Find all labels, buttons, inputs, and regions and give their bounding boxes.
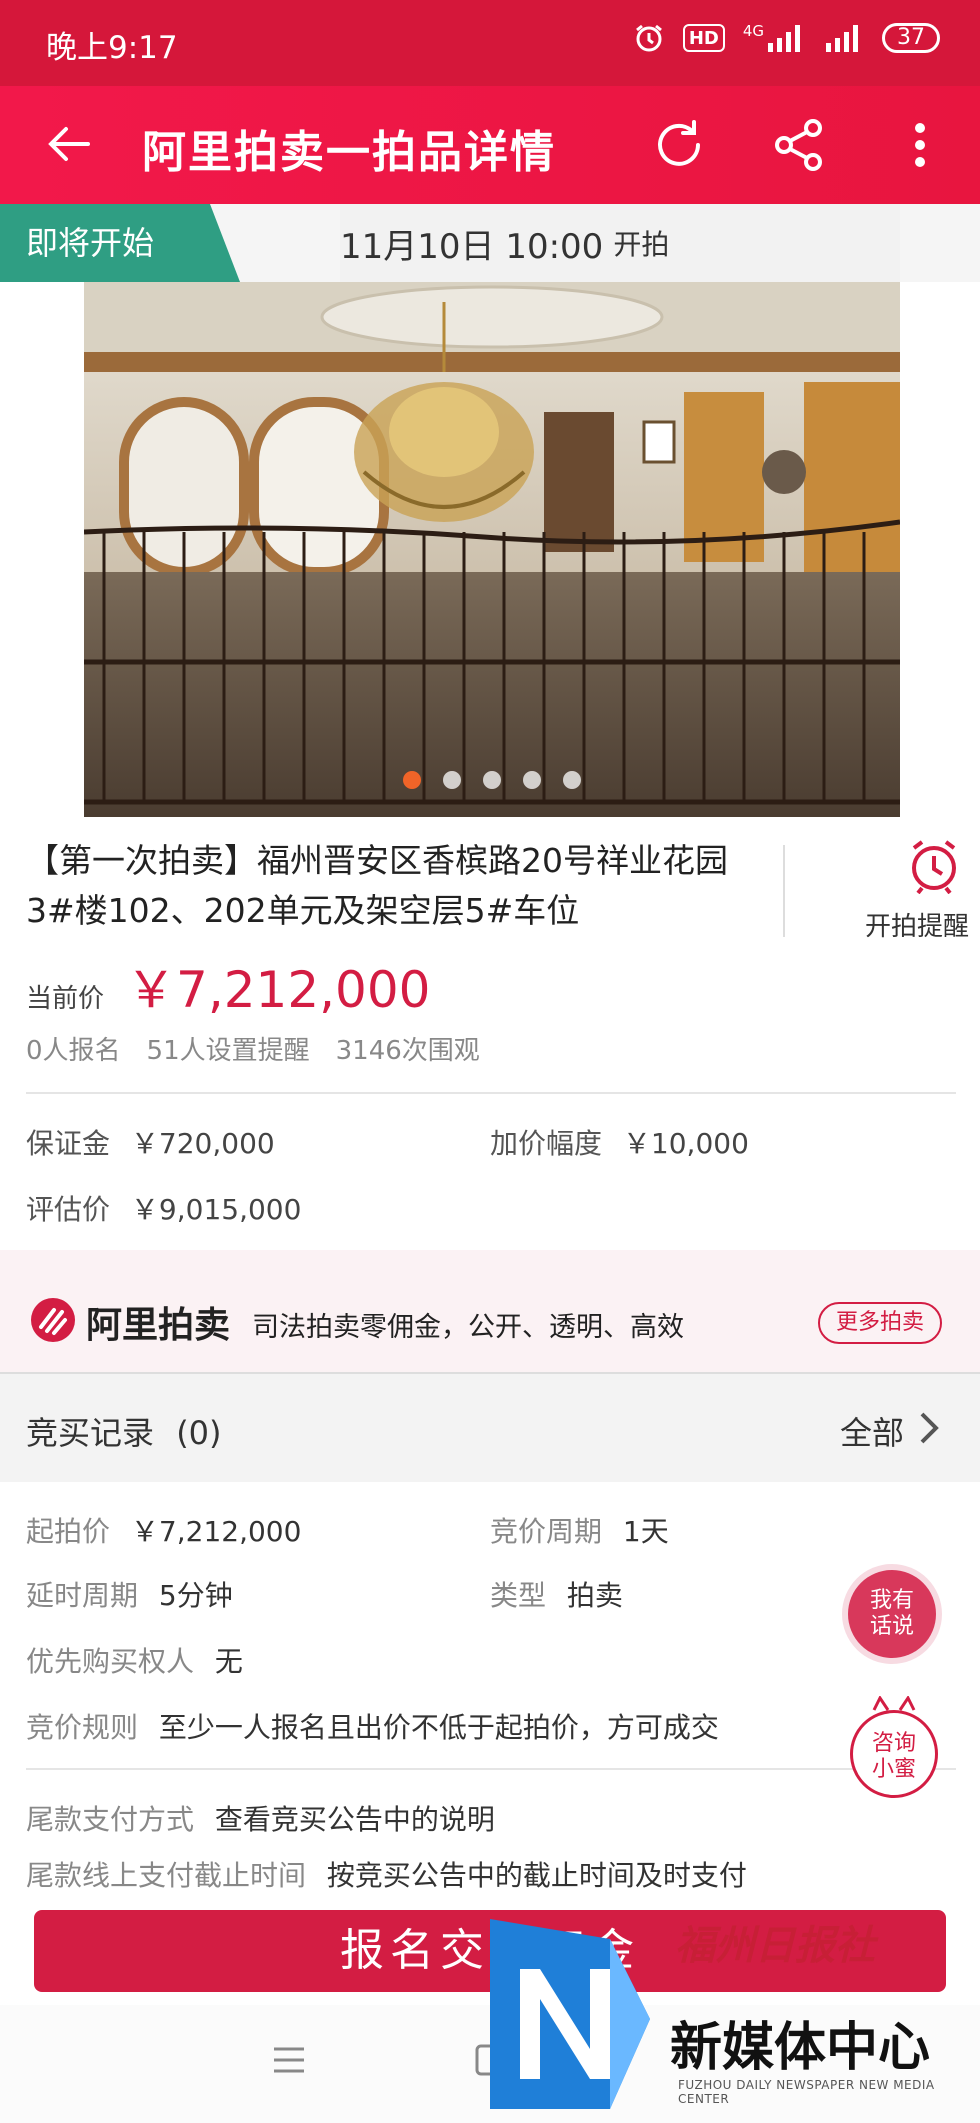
current-price-value: ￥7,212,000 bbox=[126, 961, 431, 1019]
payment-label: 尾款支付方式 bbox=[26, 1803, 195, 1836]
start-reminder-button[interactable]: 开拍提醒 bbox=[850, 838, 980, 943]
increment-value: ￥10,000 bbox=[622, 1127, 749, 1160]
page-title: 阿里拍卖一拍品详情 bbox=[142, 127, 556, 178]
reminder-label: 开拍提醒 bbox=[865, 912, 970, 942]
start-suffix: 开拍 bbox=[613, 228, 670, 261]
payment-value: 查看竞买公告中的说明 bbox=[214, 1803, 495, 1836]
new-media-logo-icon bbox=[490, 1919, 650, 2109]
assistant-label: 咨询 小蜜 bbox=[871, 1731, 916, 1782]
delay-label: 延时周期 bbox=[26, 1579, 139, 1612]
appraisal-label: 评估价 bbox=[26, 1193, 111, 1226]
appraisal: 评估价 ￥9,015,000 bbox=[26, 1188, 301, 1228]
deadline-label: 尾款线上支付截止时间 bbox=[26, 1859, 307, 1892]
start-price-label: 起拍价 bbox=[26, 1515, 111, 1548]
priority-label: 优先购买权人 bbox=[26, 1645, 195, 1678]
status-bar: 晚上9:17 HD 4G 37 bbox=[0, 0, 980, 86]
more-options-icon[interactable] bbox=[900, 118, 940, 172]
assistant-circle: 咨询 小蜜 bbox=[850, 1710, 938, 1798]
payment-method: 尾款支付方式 查看竞买公告中的说明 bbox=[26, 1798, 495, 1838]
bid-cycle-label: 竞价周期 bbox=[490, 1515, 603, 1548]
bid-records-label: 竞买记录 (0) bbox=[26, 1408, 222, 1454]
bid-records-count: (0) bbox=[176, 1414, 222, 1452]
stat-views: 3146次围观 bbox=[335, 1036, 480, 1066]
deposit: 保证金 ￥720,000 bbox=[26, 1122, 275, 1162]
app-header: 阿里拍卖一拍品详情 bbox=[0, 86, 980, 204]
deposit-value: ￥720,000 bbox=[130, 1127, 275, 1160]
appraisal-value: ￥9,015,000 bbox=[130, 1193, 302, 1226]
start-time: 11月10日 10:00 开拍 bbox=[340, 204, 900, 282]
watermark-calligraphy: 福州日报社 bbox=[675, 1922, 875, 1969]
ali-auction-logo-icon bbox=[30, 1297, 76, 1343]
status-time: 晚上9:17 bbox=[46, 30, 178, 66]
item-photo-carousel[interactable] bbox=[84, 282, 900, 817]
back-arrow-icon[interactable] bbox=[44, 119, 94, 169]
battery-indicator: 37 bbox=[882, 23, 940, 53]
carousel-dot[interactable] bbox=[443, 771, 461, 789]
refresh-icon[interactable] bbox=[652, 118, 706, 172]
signal-4g-icon: 4G bbox=[743, 22, 806, 54]
bid-increment: 加价幅度 ￥10,000 bbox=[490, 1122, 749, 1162]
alarm-icon bbox=[633, 22, 665, 54]
help-assistant-button[interactable]: 咨询 小蜜 bbox=[850, 1696, 938, 1798]
start-price: 起拍价 ￥7,212,000 bbox=[26, 1510, 301, 1550]
priority-buyer: 优先购买权人 无 bbox=[26, 1640, 243, 1680]
divider bbox=[26, 1092, 956, 1094]
item-title: 【第一次拍卖】福州晋安区香槟路20号祥业花园3#楼102、202单元及架空层5#… bbox=[26, 841, 728, 930]
auction-status-banner: 即将开始 11月10日 10:00 开拍 bbox=[0, 204, 980, 282]
bid-rule: 竞价规则 至少一人报名且出价不低于起拍价，方可成交 bbox=[26, 1706, 719, 1746]
chevron-right-icon bbox=[918, 1408, 942, 1448]
bid-cycle-value: 1天 bbox=[622, 1515, 669, 1548]
status-icons: HD 4G 37 bbox=[633, 22, 940, 54]
rule-label: 竞价规则 bbox=[26, 1711, 139, 1744]
current-price: 当前价 ￥7,212,000 bbox=[26, 950, 430, 1022]
deposit-label: 保证金 bbox=[26, 1127, 111, 1160]
feedback-label: 我有 话说 bbox=[869, 1588, 914, 1639]
divider bbox=[26, 1768, 956, 1770]
bid-records-title: 竞买记录 bbox=[26, 1414, 155, 1452]
menu-icon[interactable] bbox=[272, 2045, 306, 2079]
start-price-value: ￥7,212,000 bbox=[130, 1515, 302, 1548]
carousel-dot[interactable] bbox=[483, 771, 501, 789]
start-date: 11月10日 10:00 bbox=[340, 226, 604, 267]
watermark: 福州日报社 新媒体中心 FUZHOU DAILY NEWSPAPER NEW M… bbox=[480, 1915, 980, 2123]
watermark-english: FUZHOU DAILY NEWSPAPER NEW MEDIA CENTER bbox=[678, 2078, 935, 2106]
item-stats: 0人报名 51人设置提醒 3146次围观 bbox=[26, 1030, 480, 1067]
priority-value: 无 bbox=[214, 1645, 243, 1678]
hd-icon: HD bbox=[682, 24, 725, 52]
watermark-title: 新媒体中心 bbox=[670, 2018, 931, 2078]
carousel-dots bbox=[84, 771, 900, 789]
ali-auction-brand: 阿里拍卖 bbox=[86, 1305, 231, 1346]
carousel-dot[interactable] bbox=[563, 771, 581, 789]
current-price-label: 当前价 bbox=[26, 984, 105, 1014]
type-label: 类型 bbox=[490, 1579, 547, 1612]
interior-photo bbox=[84, 282, 900, 817]
stat-signups: 0人报名 bbox=[26, 1036, 121, 1066]
bid-records-row[interactable]: 竞买记录 (0) 全部 bbox=[0, 1372, 980, 1482]
ali-slogan: 司法拍卖零佣金，公开、透明、高效 bbox=[252, 1312, 684, 1343]
stat-reminders: 51人设置提醒 bbox=[146, 1036, 310, 1066]
view-all-link[interactable]: 全部 bbox=[840, 1408, 904, 1454]
title-divider bbox=[783, 845, 785, 937]
carousel-dot[interactable] bbox=[403, 771, 421, 789]
increment-label: 加价幅度 bbox=[490, 1127, 603, 1160]
more-auctions-button[interactable]: 更多拍卖 bbox=[818, 1302, 942, 1344]
feedback-float-button[interactable]: 我有 话说 bbox=[848, 1570, 936, 1658]
payment-deadline: 尾款线上支付截止时间 按竞买公告中的截止时间及时支付 bbox=[26, 1854, 747, 1894]
auction-type: 类型 拍卖 bbox=[490, 1574, 623, 1614]
delay-value: 5分钟 bbox=[158, 1579, 233, 1612]
share-icon[interactable] bbox=[772, 118, 826, 172]
network-label: 4G bbox=[742, 22, 764, 40]
type-value: 拍卖 bbox=[566, 1579, 623, 1612]
rule-value: 至少一人报名且出价不低于起拍价，方可成交 bbox=[158, 1711, 719, 1744]
delay-cycle: 延时周期 5分钟 bbox=[26, 1574, 233, 1614]
status-tag: 即将开始 bbox=[0, 204, 240, 282]
deadline-value: 按竞买公告中的截止时间及时支付 bbox=[326, 1859, 747, 1892]
signal-icon bbox=[824, 22, 864, 54]
alarm-clock-icon bbox=[888, 838, 980, 898]
carousel-dot[interactable] bbox=[523, 771, 541, 789]
bid-cycle: 竞价周期 1天 bbox=[490, 1510, 669, 1550]
